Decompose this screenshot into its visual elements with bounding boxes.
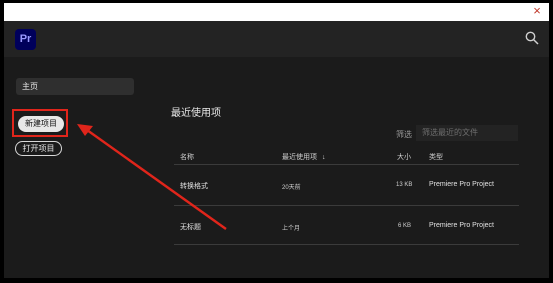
annotation-highlight-box <box>12 109 68 137</box>
window-titlebar: × <box>4 3 549 21</box>
filter-input[interactable]: 筛选最近的文件 <box>416 125 518 141</box>
screenshot-frame: × Pr 主页 新建项目 打开项目 最近使用项 筛选 筛选最近的文件 名称 最近… <box>0 0 553 283</box>
row-divider <box>174 244 519 245</box>
recent-section-title: 最近使用项 <box>171 108 221 119</box>
premiere-logo: Pr <box>15 29 36 50</box>
column-header-type[interactable]: 类型 <box>429 152 443 162</box>
row-recent: 20天前 <box>282 185 301 191</box>
sidebar-item-home[interactable]: 主页 <box>16 78 134 95</box>
column-header-recent-label: 最近使用项 <box>282 154 317 161</box>
row-size: 6 KB <box>398 223 412 229</box>
close-icon[interactable]: × <box>530 4 544 18</box>
app-header: Pr <box>4 21 549 57</box>
search-icon[interactable] <box>525 31 539 45</box>
row-type: Premiere Pro Project <box>429 222 494 229</box>
column-header-name[interactable]: 名称 <box>180 152 194 162</box>
table-header-divider <box>174 164 519 165</box>
column-header-size[interactable]: 大小 <box>397 152 411 162</box>
column-header-recent[interactable]: 最近使用项 ↓ <box>282 152 325 162</box>
filter-label: 筛选 <box>396 130 412 139</box>
row-type: Premiere Pro Project <box>429 181 494 188</box>
premiere-home-window: Pr 主页 新建项目 打开项目 最近使用项 筛选 筛选最近的文件 名称 最近使用… <box>4 21 549 278</box>
row-name: 无标题 <box>180 224 201 231</box>
row-recent: 上个月 <box>282 226 301 232</box>
arrow-down-icon: ↓ <box>321 154 326 161</box>
row-size: 13 KB <box>396 182 413 188</box>
row-divider <box>174 205 519 206</box>
open-project-button[interactable]: 打开项目 <box>15 141 62 156</box>
row-name: 转换格式 <box>180 183 208 190</box>
